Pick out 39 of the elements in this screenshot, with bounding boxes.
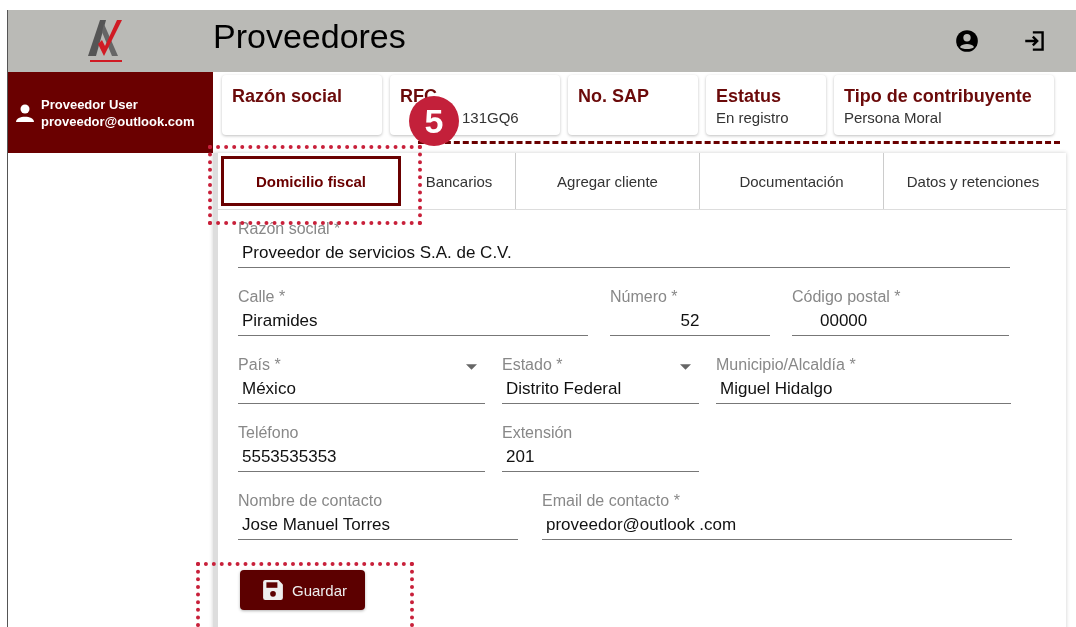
field-label: Razón social *	[238, 220, 341, 238]
field-label: Código postal *	[792, 288, 901, 306]
person-icon	[15, 102, 35, 123]
card-label: Razón social	[232, 86, 344, 107]
input-field[interactable]: 52	[610, 306, 770, 336]
card-label: No. SAP	[578, 86, 650, 107]
card-label: Estatus	[716, 86, 783, 107]
input-field[interactable]: Jose Manuel Torres	[238, 510, 518, 540]
field-label: País *	[238, 356, 281, 374]
input-field[interactable]: 201	[502, 442, 699, 472]
caret-icon	[680, 364, 691, 370]
field-label: Calle *	[238, 288, 286, 306]
field-label: Email de contacto *	[542, 492, 680, 510]
tab[interactable]: Bancarios	[403, 153, 516, 209]
input-field[interactable]: proveedor@outlook .com	[542, 510, 1012, 540]
input-field[interactable]: Piramides	[238, 306, 588, 336]
account-icon[interactable]	[954, 28, 980, 54]
field-label: Teléfono	[238, 424, 299, 442]
user-name: Proveedor User	[41, 95, 139, 113]
field-label: Nombre de contacto	[238, 492, 383, 510]
input-field[interactable]: Proveedor de servicios S.A. de C.V.	[238, 238, 1010, 268]
field-label: Número *	[610, 288, 678, 306]
field-label: Extensión	[502, 424, 573, 442]
tab[interactable]: Agregar cliente	[516, 153, 700, 209]
card-value: 131GQ6	[462, 109, 519, 126]
input-field[interactable]: 5553535353	[238, 442, 485, 472]
caret-icon	[466, 364, 477, 370]
save-button[interactable]: Guardar	[240, 570, 366, 610]
user-email: proveedor@outlook.com	[41, 112, 195, 130]
card-label: Tipo de contribuyente	[844, 86, 1033, 107]
field-label: Estado *	[502, 356, 563, 374]
input-field[interactable]: 00000	[792, 306, 1009, 336]
card-value: Persona Moral	[844, 109, 943, 126]
app-title: Proveedores	[213, 16, 407, 56]
tab[interactable]: Domicilio fiscal	[221, 156, 401, 206]
input-field[interactable]: Miguel Hidalgo	[716, 374, 1011, 404]
tab[interactable]: Documentación	[700, 153, 884, 209]
field-label: Municipio/Alcaldía *	[716, 356, 856, 374]
card-value: En registro	[716, 109, 790, 126]
